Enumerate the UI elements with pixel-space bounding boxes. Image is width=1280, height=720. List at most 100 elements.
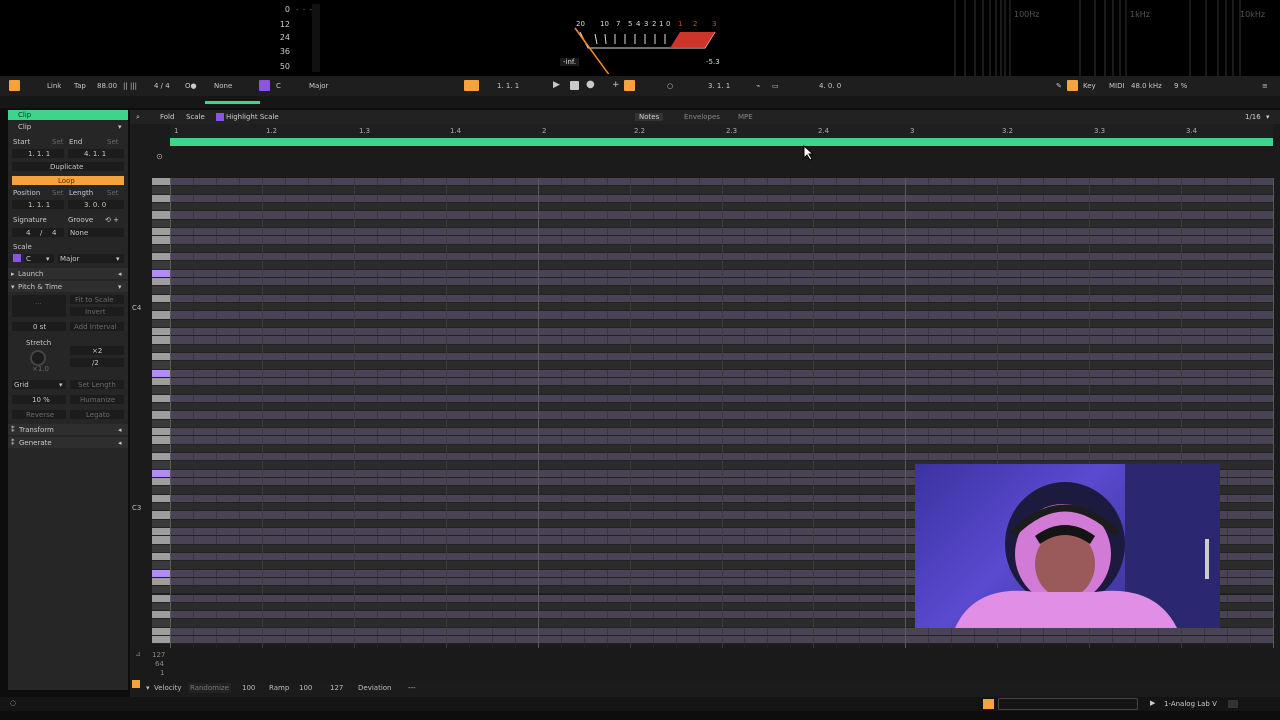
follow-icon[interactable]: ▭ [772,82,779,90]
invert-button[interactable]: Invert [70,307,124,316]
piano-key[interactable] [152,619,170,628]
midi-map-button[interactable]: MIDI [1109,82,1125,90]
scale-name-select[interactable]: Major ▾ [58,254,124,263]
loop-marker-icon[interactable]: ⊙ [156,152,163,161]
loop-brace[interactable] [170,138,1273,146]
fit-to-scale-button[interactable]: Fit to Scale [70,295,124,304]
length-set-button[interactable]: Set [107,189,119,197]
piano-key[interactable] [152,527,170,537]
signature-field[interactable]: 4 / 4 [12,228,64,237]
piano-key[interactable] [152,194,170,203]
reverse-button[interactable]: Reverse [12,410,66,419]
tap-button[interactable]: Tap [74,82,86,90]
quantize-select[interactable]: None [214,82,232,90]
piano-key[interactable] [152,427,170,437]
grid-resolution[interactable]: 1/16 [1245,113,1261,121]
piano-key[interactable] [152,561,170,570]
piano-key[interactable] [152,477,170,487]
add-icon[interactable]: + [612,80,620,90]
generate-section[interactable]: ⁑ Generate ◂ [8,437,128,448]
piano-key[interactable] [152,261,170,270]
overview-position[interactable] [205,101,260,104]
position-field[interactable]: 1. 1. 1 [12,200,64,209]
randomize-button[interactable]: Randomize [188,683,231,693]
humanize-button[interactable]: Humanize [70,395,124,404]
length-field[interactable]: 3. 0. 0 [68,200,124,209]
piano-key[interactable] [152,361,170,370]
loop-toggle[interactable]: Loop [12,176,124,185]
key-map-button[interactable]: Key [1083,82,1096,90]
track-play-icon[interactable]: ▶ [1150,699,1155,707]
piano-key[interactable] [152,411,170,420]
piano-key[interactable] [152,186,170,195]
transpose-pad[interactable]: ··· [12,295,66,317]
automation-arm-icon[interactable] [624,80,635,91]
piano-keyboard[interactable] [152,178,170,648]
piano-key[interactable] [152,627,170,637]
clip-section-toggle-icon[interactable]: ▾ [118,123,122,131]
record-icon[interactable]: ● [586,79,595,90]
transform-section[interactable]: ⁑ Transform ◂ [8,424,128,435]
piano-key[interactable] [152,544,170,553]
clip-section-title[interactable]: Clip [18,123,31,131]
highlight-scale-checkbox[interactable] [216,113,224,121]
beat-ruler[interactable]: 1 1.2 1.3 1.4 2 2.2 2.3 2.4 3 3.2 3.3 3.… [170,124,1273,138]
piano-key[interactable] [152,602,170,612]
piano-key[interactable] [152,227,170,237]
arrangement-position[interactable]: 1. 1. 1 [497,82,519,90]
piano-key[interactable] [152,319,170,328]
tab-mpe[interactable]: MPE [738,113,753,121]
piano-key[interactable] [152,344,170,353]
key-map-icon[interactable] [1067,80,1078,91]
piano-key[interactable] [152,236,170,245]
tab-envelopes[interactable]: Envelopes [684,113,720,121]
piano-key[interactable] [152,211,170,220]
legato-button[interactable]: Legato [70,410,124,419]
pitch-time-section[interactable]: ▾ Pitch & Time ▾ [8,281,128,292]
piano-key[interactable] [152,352,170,362]
link-button[interactable]: Link [47,82,61,90]
piano-key[interactable] [152,594,170,603]
humanize-amount-field[interactable]: 10 % [12,395,66,404]
piano-key[interactable] [152,586,170,595]
piano-key[interactable] [152,394,170,403]
end-set-button[interactable]: Set [107,138,119,146]
piano-key[interactable] [152,577,170,587]
piano-key[interactable] [152,486,170,495]
piano-key[interactable] [152,511,170,520]
deviation-value[interactable]: --- [408,684,416,692]
piano-key[interactable] [152,419,170,428]
piano-key[interactable] [152,402,170,412]
piano-key[interactable] [152,219,170,228]
key-select[interactable]: C [276,82,281,90]
piano-key[interactable] [152,461,170,470]
grid-select[interactable]: Grid ▾ [12,380,66,389]
live-logo-icon[interactable] [9,80,20,91]
draw-mode-icon[interactable]: ⌁ [756,82,760,90]
tab-notes[interactable]: Notes [635,113,664,121]
piano-key[interactable] [152,178,170,187]
piano-key[interactable] [152,269,170,278]
piano-key[interactable] [152,569,170,578]
scale-mode-icon[interactable] [259,80,270,91]
groove-hotswap-icon[interactable]: ⟲ + [105,216,119,224]
nudge-icon[interactable]: || ||| [123,82,137,90]
piano-key[interactable] [152,202,170,212]
ramp-from[interactable]: 100 [299,684,312,692]
piano-key[interactable] [152,502,170,512]
velocity-expand-icon[interactable]: ▾ [146,684,150,692]
track-name[interactable]: 1-Analog Lab V [1164,700,1217,708]
piano-key[interactable] [152,369,170,378]
piano-key[interactable] [152,386,170,395]
grid-arrow-icon[interactable]: ▾ [1266,113,1270,121]
stretch-half-button[interactable]: /2 [70,358,124,367]
piano-key[interactable] [152,294,170,303]
ramp-to[interactable]: 127 [330,684,343,692]
menu-icon[interactable]: ≡ [1262,82,1268,90]
piano-key[interactable] [152,377,170,387]
piano-key[interactable] [152,552,170,562]
piano-key[interactable] [152,336,170,345]
fold-button[interactable]: Fold [160,113,174,121]
velocity-lane[interactable]: ⊿ 127 64 1 [130,648,1280,688]
search-icon[interactable]: ⌕ [136,113,140,122]
